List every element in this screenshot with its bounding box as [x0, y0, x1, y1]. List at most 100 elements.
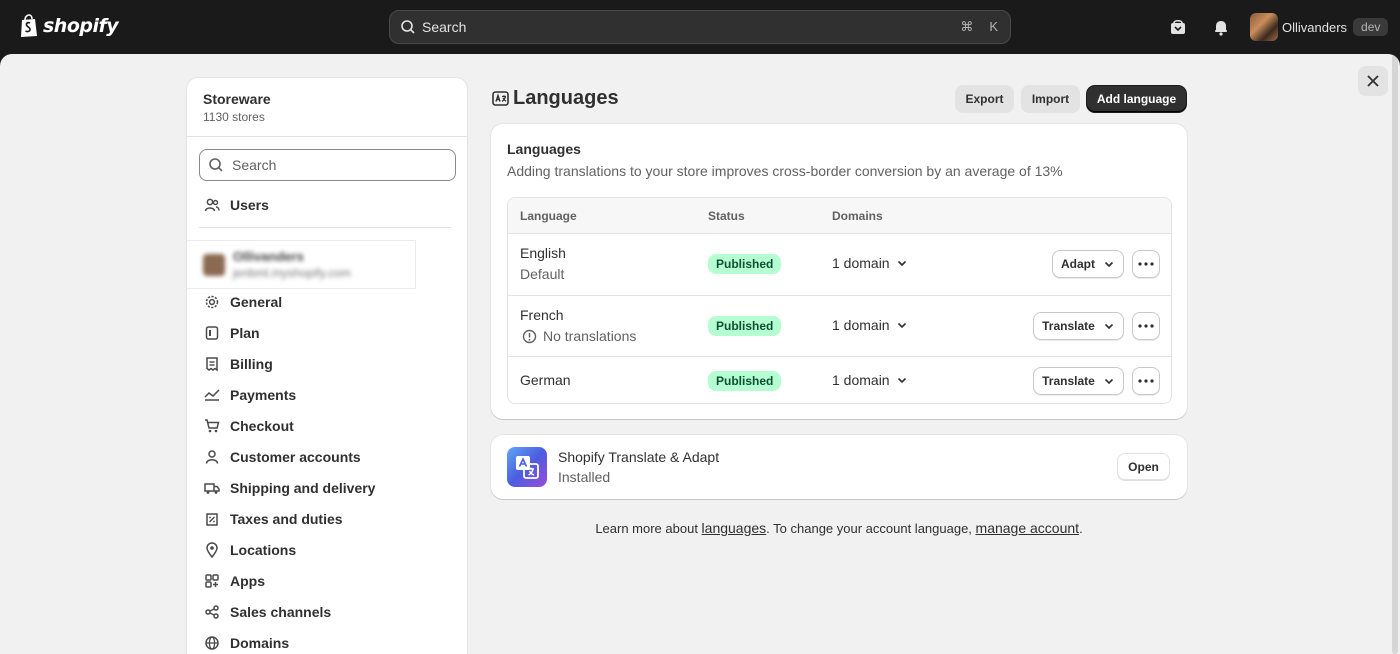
- global-search-input[interactable]: Search ⌘ K: [389, 10, 1011, 44]
- bell-icon[interactable]: [1211, 17, 1231, 37]
- status-badge: Published: [708, 254, 782, 274]
- export-button[interactable]: Export: [955, 85, 1014, 113]
- chevron-down-icon: [897, 377, 906, 384]
- action-label: Translate: [1042, 319, 1095, 333]
- sidebar-item-users[interactable]: Users: [199, 191, 449, 219]
- more-actions-button[interactable]: [1132, 250, 1160, 278]
- close-button[interactable]: [1358, 66, 1388, 96]
- sidebar-item-taxes[interactable]: Taxes and duties: [199, 505, 449, 533]
- person-icon: [205, 450, 219, 464]
- open-app-button[interactable]: Open: [1117, 453, 1170, 480]
- account-email: jenbml.myshopify.com: [233, 266, 351, 280]
- tax-icon: [206, 513, 218, 526]
- info-icon: [522, 329, 537, 343]
- domains-dropdown[interactable]: 1 domain: [832, 372, 908, 388]
- domain-count: 1 domain: [832, 317, 890, 333]
- divider: [199, 227, 451, 228]
- language-default-label: Default: [520, 266, 564, 282]
- more-actions-button[interactable]: [1132, 312, 1160, 340]
- user-menu[interactable]: Ollivanders dev: [1250, 13, 1389, 41]
- sidebar-item-label: Domains: [230, 635, 290, 651]
- sidebar-item-checkout[interactable]: Checkout: [199, 412, 449, 440]
- manage-account-link[interactable]: manage account: [976, 520, 1080, 536]
- domain-count: 1 domain: [832, 255, 890, 271]
- env-badge: dev: [1353, 18, 1389, 36]
- table-row: English Default Published 1 domain Adapt: [508, 234, 1171, 296]
- translate-app-card: Shopify Translate & Adapt Installed Open: [491, 435, 1187, 499]
- sidebar-item-label: Apps: [230, 573, 265, 589]
- footer-suffix: .: [1079, 521, 1083, 536]
- apps-icon: [205, 574, 219, 588]
- translate-button[interactable]: Translate: [1033, 367, 1124, 395]
- sidebar-item-label: Payments: [230, 387, 297, 403]
- settings-search-field[interactable]: [199, 149, 456, 181]
- sidebar-item-label: Customer accounts: [230, 449, 361, 465]
- avatar: [1250, 13, 1278, 41]
- search-placeholder: Search: [422, 19, 467, 35]
- sidebar-item-billing[interactable]: Billing: [199, 350, 449, 378]
- account-avatar: [203, 253, 225, 276]
- sidebar-item-label: Plan: [230, 325, 260, 341]
- settings-search-input[interactable]: [232, 157, 432, 173]
- payments-icon: [204, 389, 220, 401]
- billing-icon: [206, 357, 218, 372]
- import-button[interactable]: Import: [1021, 85, 1080, 113]
- chevron-down-icon: [1104, 261, 1114, 268]
- sidebar-item-locations[interactable]: Locations: [199, 536, 449, 564]
- shopify-logo[interactable]: shopify: [19, 14, 119, 38]
- gear-icon: [205, 295, 219, 309]
- action-label: Translate: [1042, 374, 1095, 388]
- store-icon[interactable]: [1168, 17, 1188, 37]
- truck-icon: [204, 483, 220, 494]
- domain-count: 1 domain: [832, 372, 890, 388]
- app-name: Shopify Translate & Adapt: [558, 449, 720, 465]
- globe-icon: [205, 636, 219, 650]
- page-title-text: Languages: [513, 87, 619, 109]
- sidebar-item-apps[interactable]: Apps: [199, 567, 449, 595]
- account-info: Ollivanders jenbml.myshopify.com: [233, 249, 351, 280]
- search-icon: [401, 20, 415, 34]
- adapt-button[interactable]: Adapt: [1052, 250, 1124, 278]
- add-language-button[interactable]: Add language: [1087, 86, 1186, 112]
- search-icon: [209, 158, 223, 172]
- translate-button[interactable]: Translate: [1033, 312, 1124, 340]
- chevron-down-icon: [897, 322, 906, 329]
- location-icon: [206, 542, 218, 558]
- card-description: Adding translations to your store improv…: [507, 163, 1063, 179]
- sidebar-item-customer-accounts[interactable]: Customer accounts: [199, 443, 449, 471]
- translate-icon: [492, 91, 509, 106]
- sidebar-item-label: Billing: [230, 356, 273, 372]
- language-warning: No translations: [522, 328, 636, 344]
- more-actions-button[interactable]: [1132, 367, 1160, 395]
- chevron-down-icon: [1104, 323, 1113, 330]
- settings-sidebar: Storeware 1130 stores Users Ollivanders …: [186, 77, 468, 654]
- sidebar-item-sales-channels[interactable]: Sales channels: [199, 598, 449, 626]
- account-card[interactable]: Ollivanders jenbml.myshopify.com: [187, 240, 416, 289]
- sidebar-item-domains[interactable]: Domains: [199, 629, 449, 654]
- store-count: 1130 stores: [203, 110, 265, 124]
- store-switcher[interactable]: Storeware 1130 stores: [187, 78, 467, 137]
- sidebar-item-label: Shipping and delivery: [230, 480, 376, 496]
- channels-icon: [205, 605, 219, 619]
- sidebar-item-plan[interactable]: Plan: [199, 319, 449, 347]
- top-bar: shopify Search ⌘ K Ollivanders dev: [0, 0, 1400, 54]
- domains-dropdown[interactable]: 1 domain: [832, 317, 908, 333]
- sidebar-item-label: Taxes and duties: [230, 511, 343, 527]
- status-badge: Published: [708, 371, 782, 391]
- sidebar-item-shipping[interactable]: Shipping and delivery: [199, 474, 449, 502]
- sidebar-item-general[interactable]: General: [199, 288, 449, 316]
- scrollbar[interactable]: [1392, 54, 1398, 654]
- footer-help-text: Learn more about languages. To change yo…: [491, 520, 1187, 536]
- domains-dropdown[interactable]: 1 domain: [832, 255, 908, 271]
- table-header: Language Status Domains: [508, 198, 1171, 234]
- sidebar-item-payments[interactable]: Payments: [199, 381, 449, 409]
- translate-app-icon: [507, 447, 547, 487]
- sidebar-item-label: Sales channels: [230, 604, 332, 620]
- app-status: Installed: [558, 469, 611, 485]
- languages-link[interactable]: languages: [702, 520, 767, 536]
- sidebar-item-label: General: [230, 294, 283, 310]
- store-name: Storeware: [203, 91, 271, 107]
- table-row: German Published 1 domain Translate: [508, 357, 1171, 403]
- more-horizontal-icon: [1138, 324, 1154, 328]
- language-name: English: [520, 245, 566, 261]
